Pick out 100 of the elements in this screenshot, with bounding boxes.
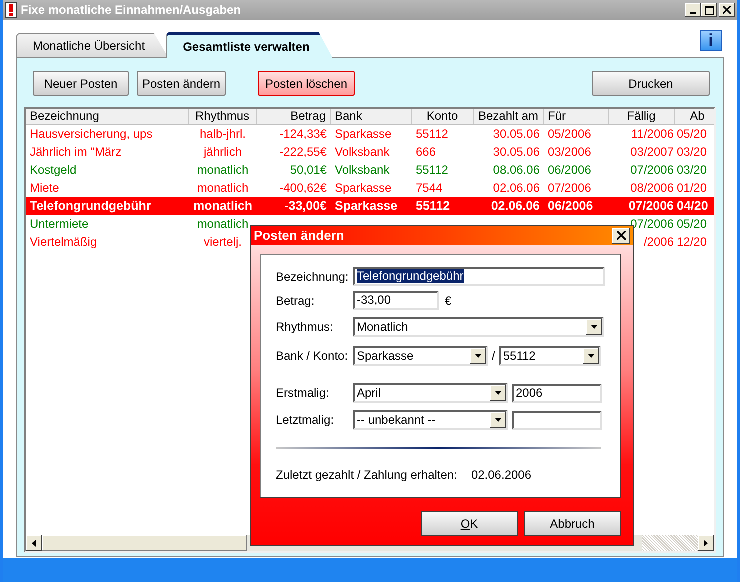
table-cell: Miete [30,181,60,195]
column-header[interactable]: Ab [675,109,714,124]
table-cell: 05/2006 [548,127,592,141]
month-dropdown[interactable]: April [353,383,508,403]
year-field[interactable] [512,410,602,430]
close-icon [723,6,731,14]
selected-row[interactable]: Telefongrundgebühr monatlich -33,00€ Sparkasse 55112 02.06.06 06/2006 07/2006 04/20 [26,197,714,215]
delete-button[interactable]: Posten löschen [258,71,355,96]
currency-label: € [445,292,452,310]
table-cell: 06/2006 [548,163,592,177]
window-title: Fixe monatliche Einnahmen/Ausgaben [21,2,242,19]
table-cell: 07/2006 [548,181,592,195]
table-cell: Viertelmäßig [30,235,98,249]
info-button[interactable]: i [700,30,722,51]
account-dropdown[interactable]: 55112 [499,346,602,366]
month-dropdown[interactable]: -- unbekannt -- [353,410,508,430]
field-label: Bank / Konto: [276,348,350,365]
dialog-button[interactable]: OK [421,511,518,536]
maximize-icon [704,6,714,14]
name-field[interactable]: Telefongrundgebühr [353,267,605,286]
table-cell: halb-jhrl. [200,127,246,141]
minimize-button[interactable] [685,3,701,17]
column-header[interactable]: Bezahlt am [474,109,544,124]
table-cell: -124,33€ [280,127,327,141]
table-cell: Kostgeld [30,163,77,177]
table-cell: 07/2006 [630,217,674,231]
field-label: Bezeichnung: [276,268,350,286]
table-cell: 05/20 [677,127,708,141]
left-arrow-icon [32,540,36,546]
amount-field[interactable]: -33,00 [353,291,439,310]
table-cell: 7544 [416,181,443,195]
last-paid-label: Zuletzt gezahlt / Zahlung erhalten: [276,467,458,484]
close-button[interactable] [719,3,735,17]
table-cell: 02.06.06 [491,198,540,213]
table-cell: Volksbank [335,145,390,159]
table-cell: 30.05.06 [493,127,540,141]
maximize-button[interactable] [701,3,717,17]
table-cell: monatlich [193,198,253,213]
rhythm-dropdown[interactable]: Monatlich [353,317,604,337]
right-arrow-icon [704,540,708,546]
scrollbar-thumb[interactable] [42,535,247,551]
toolbar-button[interactable]: Neuer Posten [33,71,129,96]
table-cell: viertelj. [204,235,242,249]
table-cell: 55112 [416,163,448,177]
table-cell: -33,00€ [284,198,327,213]
table-cell: 08/2006 [630,181,674,195]
year-field[interactable]: 2006 [512,384,602,402]
table-cell: monatlich [197,181,249,195]
table-cell: Telefongrundgebühr [30,198,152,213]
table-cell: 07/2006 [630,163,674,177]
column-header[interactable]: Betrag [257,109,331,124]
table-cell: monatlich [197,217,249,231]
table-cell: -222,55€ [280,145,327,159]
tab[interactable]: Gesamtliste verwalten [166,32,333,58]
caret-icon [590,325,598,329]
table-cell: 05/20 [677,217,708,231]
table-cell: -400,62€ [280,181,327,195]
print-button[interactable]: Drucken [592,71,710,96]
table-cell: 03/20 [677,163,708,177]
table-cell: 06/2006 [548,198,594,213]
field-label: Betrag: [276,292,316,310]
table-cell: 03/20 [677,145,708,159]
field-label: Erstmalig: [276,385,330,402]
table-cell: /2006 [644,235,674,249]
column-header[interactable]: Für [544,109,609,124]
table-cell: 02.06.06 [493,181,540,195]
field-label: Letztmalig: [276,412,336,429]
table-cell: jährlich [204,145,242,159]
table-cell: 03/2007 [630,145,674,159]
caret-icon [474,354,482,358]
tab[interactable]: Monatliche Übersicht [16,33,168,57]
bank-dropdown[interactable]: Sparkasse [353,346,488,366]
last-paid-date: 02.06.2006 [471,467,532,484]
close-icon [616,231,626,240]
column-header[interactable]: Rhythmus [189,109,257,124]
table-cell: 50,01€ [290,163,327,177]
table-cell: Jährlich im "März [30,145,122,159]
separator-label: / [492,348,496,365]
caret-icon [494,391,502,395]
table-cell: Volksbank [335,163,390,177]
field-label: Rhythmus: [276,319,334,336]
column-header[interactable]: Bezeichnung [26,109,189,124]
scroll-left-button[interactable] [26,535,42,551]
dialog-button[interactable]: Abbruch [524,511,621,536]
toolbar-button[interactable]: Posten ändern [137,71,226,96]
table-cell: Sparkasse [335,181,392,195]
close-button[interactable] [612,228,630,244]
dialog-title: Posten ändern [254,226,346,245]
caret-icon [494,418,502,422]
column-header[interactable]: Bank [331,109,412,124]
table-cell: Sparkasse [335,198,398,213]
table-cell: Sparkasse [335,127,392,141]
table-cell: 55112 [416,198,450,213]
table-cell: 55112 [416,127,448,141]
table-cell: monatlich [197,163,249,177]
table-cell: 666 [416,145,436,159]
scroll-right-button[interactable] [698,535,714,551]
column-header[interactable]: Fällig [609,109,675,124]
column-header[interactable]: Konto [412,109,474,124]
table-cell: 04/20 [677,198,708,213]
